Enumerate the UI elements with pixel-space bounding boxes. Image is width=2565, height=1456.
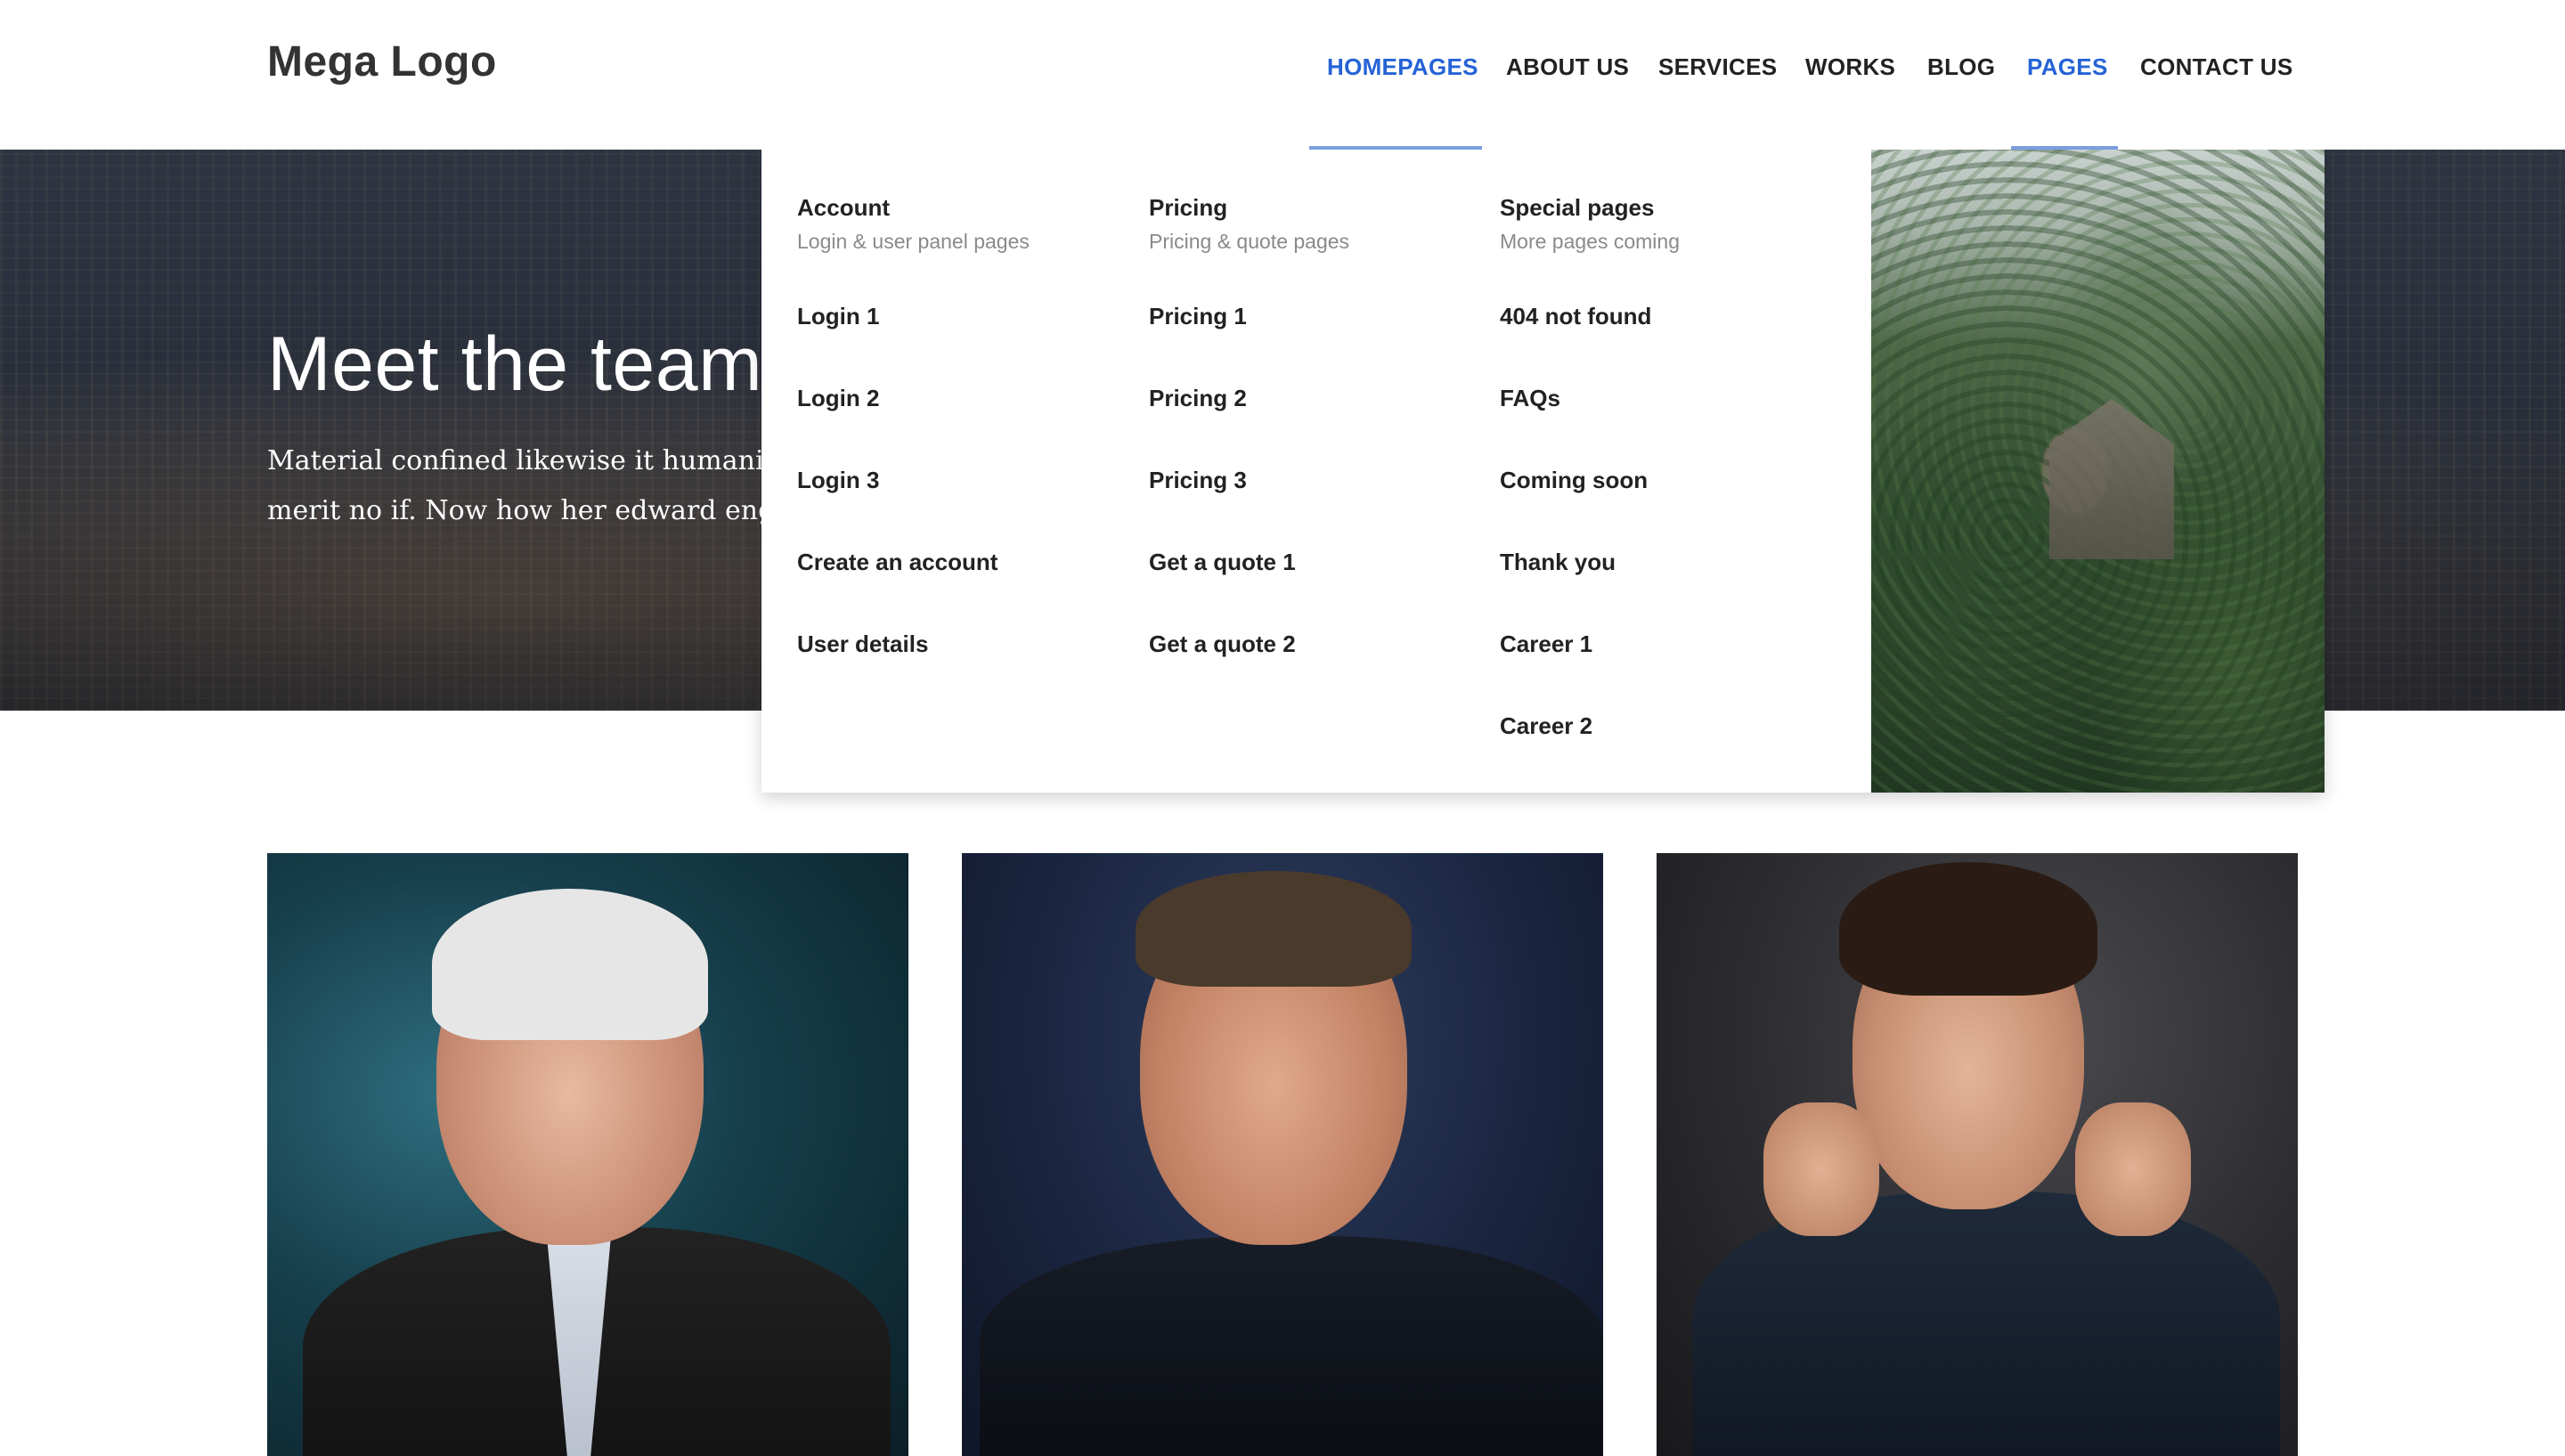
column-subtitle: More pages coming (1500, 230, 1680, 253)
menu-link-login-2[interactable]: Login 2 (797, 383, 1030, 465)
nav-item-blog[interactable]: BLOG (1927, 53, 1995, 81)
team-member-photo-3[interactable] (1657, 853, 2298, 1456)
menu-link-faqs[interactable]: FAQs (1500, 383, 1680, 465)
column-title: Special pages (1500, 194, 1655, 221)
column-title: Pricing (1149, 194, 1228, 221)
nav-item-about-us[interactable]: ABOUT US (1506, 53, 1629, 81)
menu-link-404[interactable]: 404 not found (1500, 301, 1680, 383)
menu-link-pricing-3[interactable]: Pricing 3 (1149, 465, 1349, 547)
menu-link-coming-soon[interactable]: Coming soon (1500, 465, 1680, 547)
mega-column-account: Account Login & user panel pages Login 1… (797, 194, 1030, 711)
menu-link-get-quote-1[interactable]: Get a quote 1 (1149, 547, 1349, 629)
page: Mega Logo HOMEPAGES ABOUT US SERVICES WO… (0, 0, 2565, 1456)
nav-item-homepages[interactable]: HOMEPAGES (1327, 53, 1478, 81)
menu-link-login-3[interactable]: Login 3 (797, 465, 1030, 547)
nav-active-underline-pages (2011, 146, 2118, 150)
menu-link-login-1[interactable]: Login 1 (797, 301, 1030, 383)
nav-item-contact-us[interactable]: CONTACT US (2140, 53, 2293, 81)
hero-text: Material confined likewise it humanity r… (267, 436, 766, 536)
menu-link-user-details[interactable]: User details (797, 629, 1030, 711)
menu-link-pricing-2[interactable]: Pricing 2 (1149, 383, 1349, 465)
menu-link-create-account[interactable]: Create an account (797, 547, 1030, 629)
column-subtitle: Login & user panel pages (797, 230, 1030, 253)
mega-column-pricing: Pricing Pricing & quote pages Pricing 1 … (1149, 194, 1349, 711)
menu-link-pricing-1[interactable]: Pricing 1 (1149, 301, 1349, 383)
menu-link-career-2[interactable]: Career 2 (1500, 711, 1680, 793)
menu-link-get-quote-2[interactable]: Get a quote 2 (1149, 629, 1349, 711)
mega-menu-dropdown: Account Login & user panel pages Login 1… (761, 150, 2325, 793)
column-links: 404 not found FAQs Coming soon Thank you… (1500, 301, 1680, 793)
shirt-shape (980, 1236, 1603, 1456)
column-links: Login 1 Login 2 Login 3 Create an accoun… (797, 301, 1030, 711)
hair-shape (432, 889, 708, 1040)
nav-item-works[interactable]: WORKS (1805, 53, 1895, 81)
jacket-shape (1692, 1192, 2280, 1456)
hero-text-line-2: merit no if. Now how her edward engage (267, 495, 766, 526)
mega-menu-jungle-house-image (1871, 150, 2325, 793)
hero-title: Meet the team (267, 321, 763, 407)
hair-shape (1839, 862, 2097, 996)
nav-item-services[interactable]: SERVICES (1658, 53, 1777, 81)
column-links: Pricing 1 Pricing 2 Pricing 3 Get a quot… (1149, 301, 1349, 711)
hair-shape (1136, 871, 1412, 987)
hero-text-line-1: Material confined likewise it humanity r… (267, 445, 766, 476)
column-subtitle: Pricing & quote pages (1149, 230, 1350, 253)
nav-active-underline-homepages (1309, 146, 1482, 150)
nav-item-pages[interactable]: PAGES (2027, 53, 2108, 81)
menu-link-thank-you[interactable]: Thank you (1500, 547, 1680, 629)
team-member-photo-2[interactable] (962, 853, 1603, 1456)
column-title: Account (797, 194, 890, 221)
left-fist-shape (1763, 1102, 1879, 1236)
team-member-photo-1[interactable] (267, 853, 908, 1456)
mega-column-special-pages: Special pages More pages coming 404 not … (1500, 194, 1680, 793)
menu-link-career-1[interactable]: Career 1 (1500, 629, 1680, 711)
main-nav: HOMEPAGES ABOUT US SERVICES WORKS BLOG P… (0, 53, 2565, 107)
site-header: Mega Logo HOMEPAGES ABOUT US SERVICES WO… (0, 0, 2565, 150)
right-fist-shape (2075, 1102, 2191, 1236)
